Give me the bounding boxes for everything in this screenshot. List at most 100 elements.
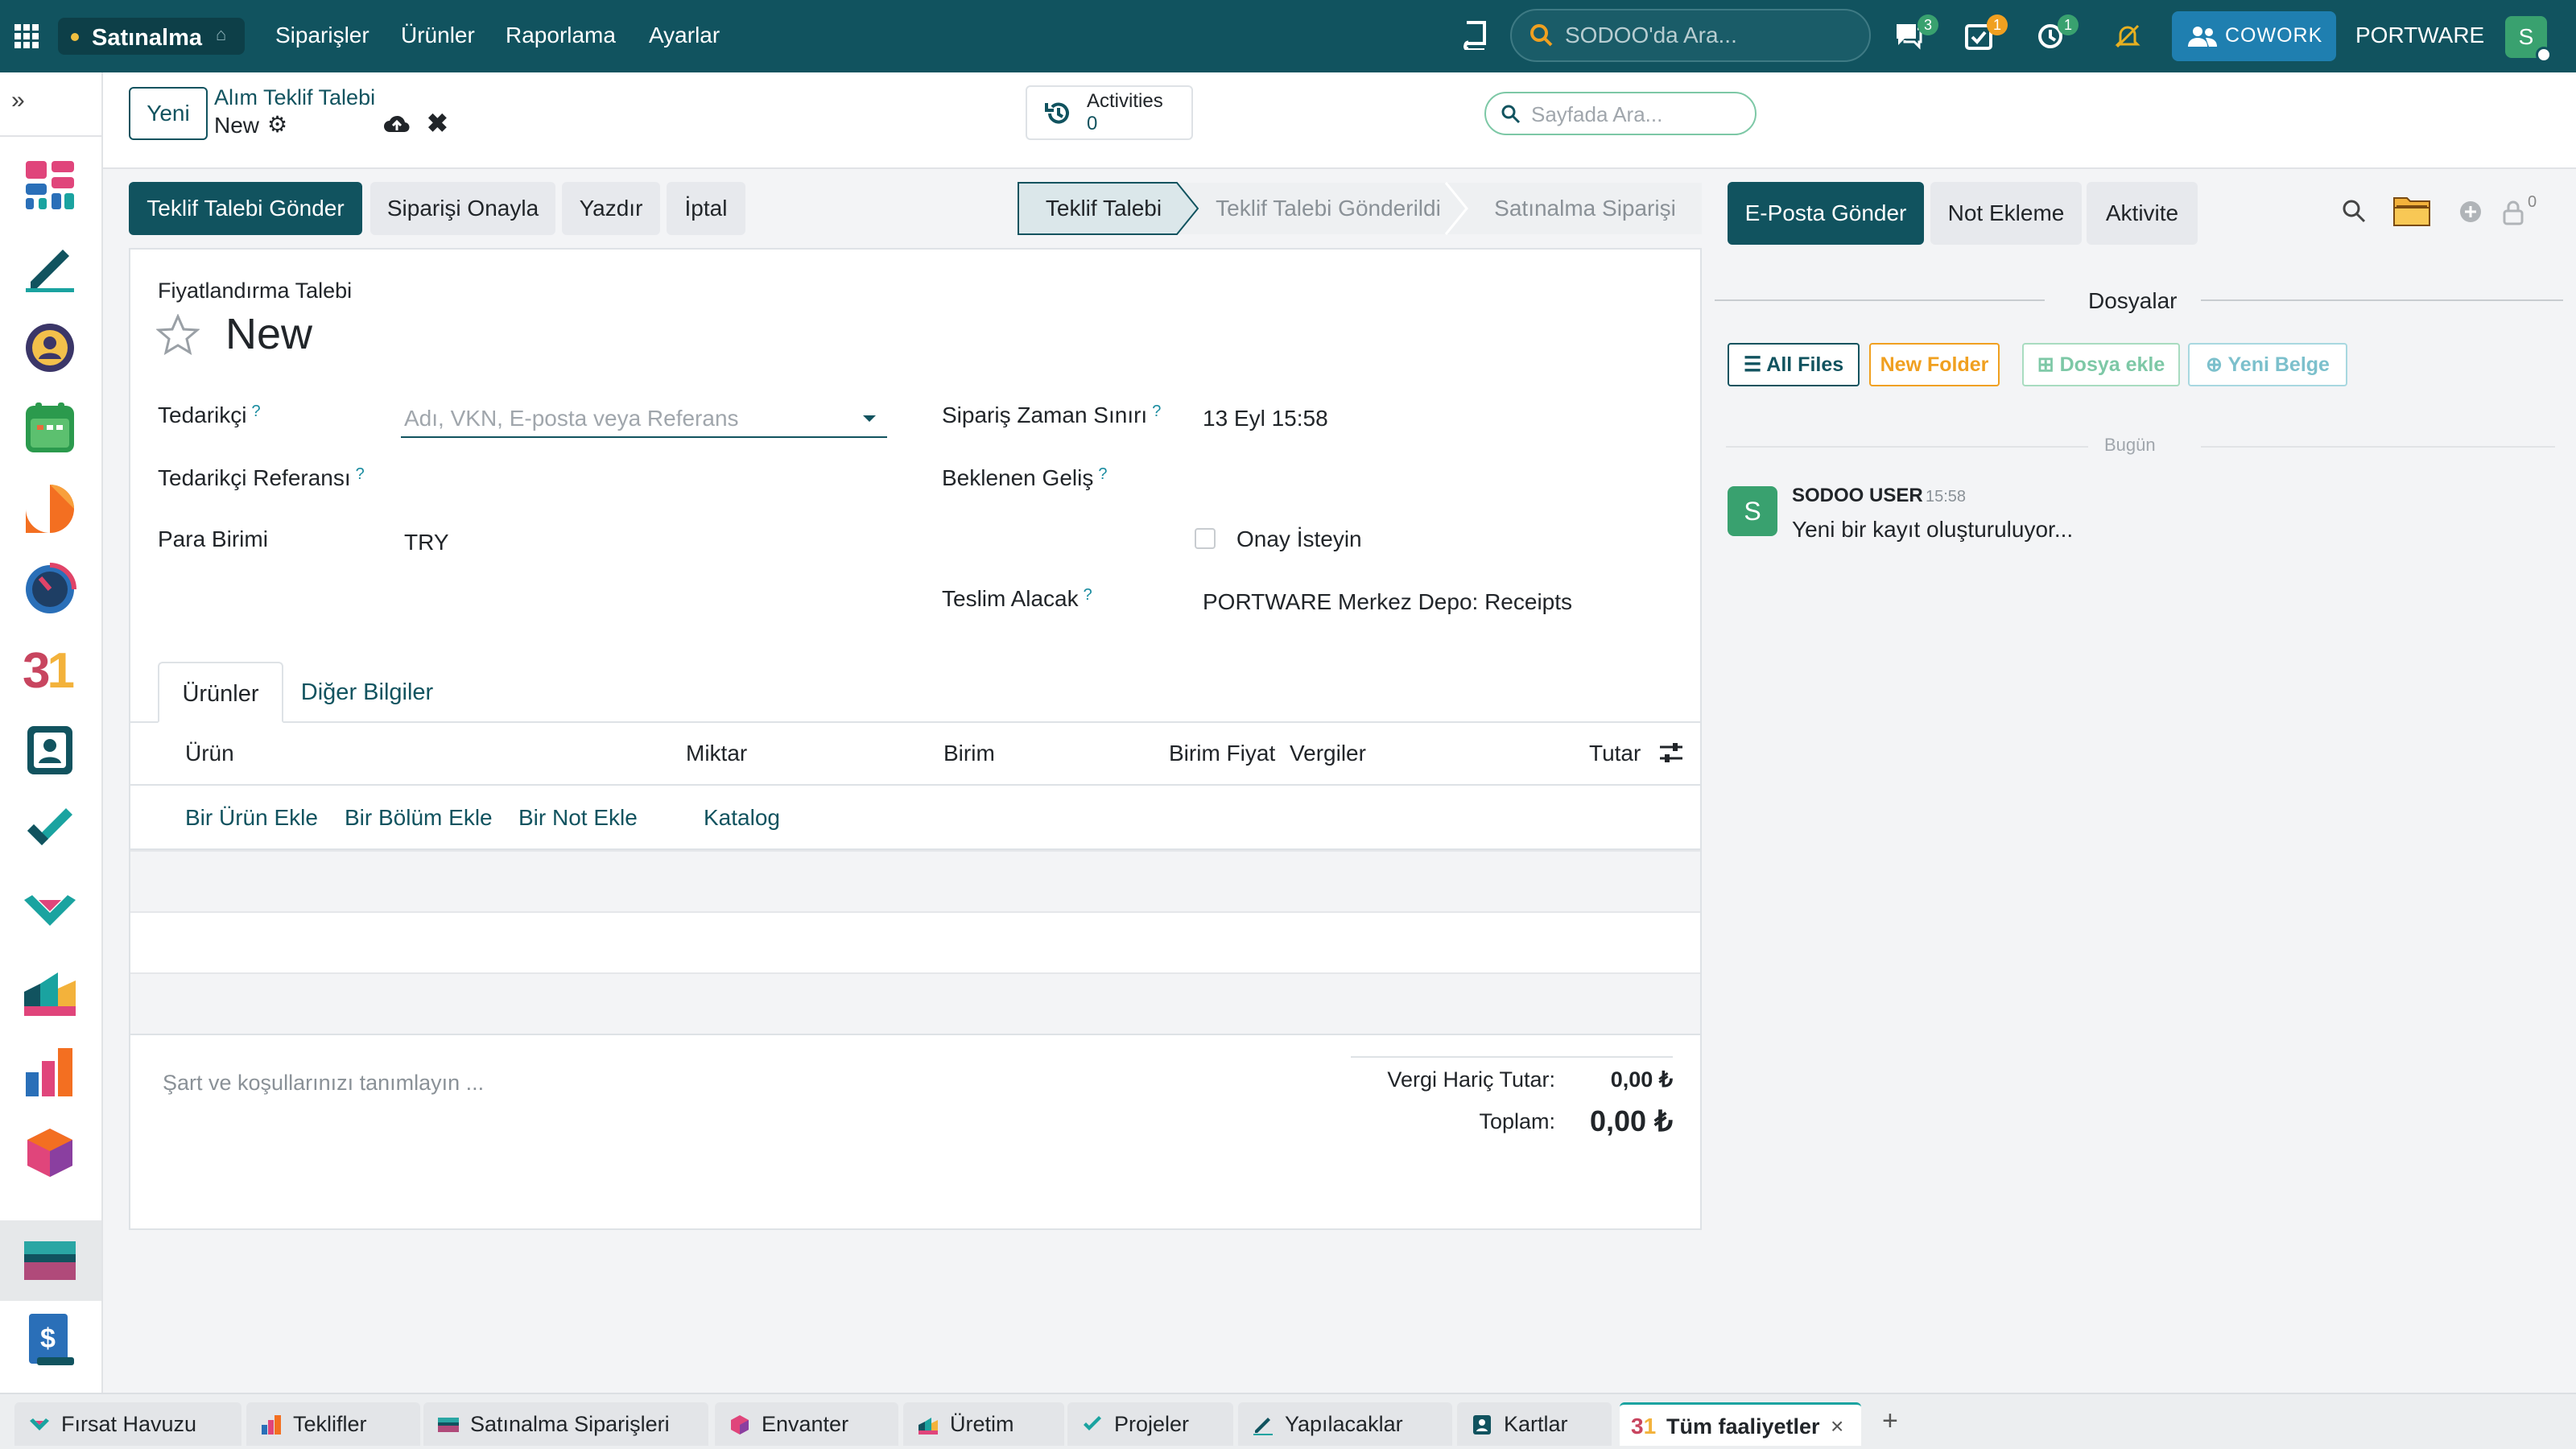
add-product-link[interactable]: Bir Ürün Ekle (185, 805, 318, 831)
order-deadline-value[interactable]: 13 Eyl 15:58 (1203, 406, 1328, 431)
stage-purchase-order[interactable]: Satınalma Siparişi (1468, 182, 1702, 235)
sidebar-app-team[interactable] (23, 320, 77, 375)
all-files-button[interactable]: ☰ All Files (1728, 343, 1860, 386)
confirm-order-button[interactable]: Siparişi Onayla (370, 182, 555, 235)
menu-urunler[interactable]: Ürünler (401, 23, 475, 48)
star-icon[interactable] (156, 314, 200, 356)
activity-button[interactable]: Aktivite (2087, 182, 2198, 245)
current-app-pill[interactable]: Satınalma ⌂ (58, 18, 245, 55)
add-note-link[interactable]: Bir Not Ekle (518, 805, 638, 831)
bottom-tab-todo[interactable]: Yapılacaklar (1238, 1402, 1452, 1446)
send-email-button[interactable]: E-Posta Gönder (1728, 182, 1924, 245)
sidebar-app-todo[interactable] (23, 240, 77, 295)
add-file-button[interactable]: ⊞ Dosya ekle (2022, 343, 2180, 386)
currency-value[interactable]: TRY (404, 530, 449, 555)
total-value: 0,00 ₺ (1590, 1104, 1673, 1137)
bottom-tab-opportunities[interactable]: Fırsat Havuzu (14, 1402, 242, 1446)
vendor-input[interactable]: Adı, VKN, E-posta veya Referans (401, 394, 887, 438)
bottom-tab-inventory[interactable]: Envanter (715, 1402, 898, 1446)
empty-line-row (130, 850, 1700, 911)
bottom-tab-quotations[interactable]: Teklifler (246, 1402, 420, 1446)
discard-icon[interactable]: ✖ (427, 108, 448, 138)
deliver-to-label: Teslim Alacak? (942, 586, 1092, 611)
menu-raporlama[interactable]: Raporlama (506, 23, 616, 48)
add-section-link[interactable]: Bir Bölüm Ekle (345, 805, 493, 831)
vendor-reference-input[interactable] (401, 457, 887, 501)
column-product[interactable]: Ürün (185, 741, 234, 766)
add-follower-icon[interactable] (2458, 200, 2483, 224)
breadcrumb-parent[interactable]: Alım Teklif Talebi (214, 85, 375, 110)
global-search-input[interactable]: SODOO'da Ara... (1510, 9, 1871, 62)
sidebar-app-discuss[interactable] (23, 481, 77, 536)
help-icon[interactable]: ? (1084, 586, 1092, 604)
sidebar-app-purchase-active[interactable] (0, 1220, 101, 1301)
column-unit-price[interactable]: Birim Fiyat (1169, 741, 1275, 766)
column-unit[interactable]: Birim (943, 741, 995, 766)
new-folder-button[interactable]: New Folder (1869, 343, 2000, 386)
page-search-input[interactable]: Sayfada Ara... (1484, 92, 1757, 135)
top-navbar: Satınalma ⌂ Siparişler Ürünler Raporlama… (0, 0, 2576, 72)
record-name[interactable]: New (225, 309, 312, 359)
bottom-tab-purchase-orders[interactable]: Satınalma Siparişleri (423, 1402, 708, 1446)
menu-ayarlar[interactable]: Ayarlar (649, 23, 720, 48)
cowork-button[interactable]: COWORK (2172, 11, 2336, 61)
optional-columns-icon[interactable] (1658, 741, 1684, 765)
print-button[interactable]: Yazdır (562, 182, 660, 235)
sidebar-app-manufacturing[interactable] (23, 964, 77, 1019)
bottom-tab-all-activities-active[interactable]: 31 Tüm faaliyetler × (1620, 1402, 1861, 1446)
expected-arrival-input[interactable] (1203, 457, 1670, 501)
sidebar-app-invoicing[interactable]: $ (23, 1312, 77, 1367)
catalog-link[interactable]: Katalog (704, 805, 780, 831)
sidebar-app-dashboards[interactable] (23, 158, 77, 213)
help-icon[interactable]: ? (356, 465, 365, 483)
sidebar-app-sales[interactable] (23, 1045, 77, 1100)
message-author-avatar[interactable]: S (1728, 486, 1777, 536)
close-tab-icon[interactable]: × (1831, 1405, 1843, 1448)
deliver-to-value[interactable]: PORTWARE Merkez Depo: Receipts (1203, 589, 1572, 615)
search-icon[interactable] (2341, 198, 2367, 224)
sidebar-app-project[interactable] (23, 803, 77, 858)
tab-products[interactable]: Ürünler (158, 662, 283, 723)
tab-other-info[interactable]: Diğer Bilgiler (293, 662, 441, 723)
cancel-button[interactable]: İptal (667, 182, 745, 235)
help-icon[interactable]: ? (1152, 402, 1161, 420)
stage-rfq[interactable]: Teklif Talebi (1018, 182, 1190, 235)
column-quantity[interactable]: Miktar (686, 741, 747, 766)
add-tab-icon[interactable]: + (1882, 1406, 1898, 1437)
help-icon[interactable]: ? (1098, 465, 1107, 483)
stage-rfq-sent[interactable]: Teklif Talebi Gönderildi (1199, 182, 1457, 235)
sidebar-app-calendar[interactable] (23, 401, 77, 456)
untaxed-amount-value: 0,00 ₺ (1610, 1067, 1673, 1092)
gear-icon[interactable]: ⚙ (267, 111, 287, 138)
sidebar-app-timesheets[interactable] (23, 562, 77, 617)
sidebar-app-crm[interactable] (23, 884, 77, 939)
sidebar-app-contacts[interactable] (23, 723, 77, 778)
send-rfq-button[interactable]: Teklif Talebi Gönder (129, 182, 362, 235)
folder-icon[interactable] (2392, 193, 2431, 227)
log-note-button[interactable]: Not Ekleme (1930, 182, 2082, 245)
company-name[interactable]: PORTWARE (2355, 23, 2484, 48)
message-author[interactable]: SODOO USER (1792, 485, 1923, 507)
bottom-tab-projects[interactable]: Projeler (1067, 1402, 1233, 1446)
new-record-button[interactable]: Yeni (129, 87, 208, 140)
followers-icon[interactable] (2502, 200, 2524, 225)
sidebar-expand-toggle[interactable]: » (0, 72, 101, 137)
new-document-button[interactable]: ⊕ Yeni Belge (2188, 343, 2347, 386)
help-icon[interactable]: ? (251, 402, 260, 420)
apps-grid-icon[interactable] (14, 24, 39, 48)
menu-siparisler[interactable]: Siparişler (275, 23, 369, 48)
knowledge-book-icon[interactable] (1462, 21, 1488, 56)
user-avatar[interactable]: S (2505, 16, 2552, 63)
terms-input[interactable]: Şart ve koşullarınızı tanımlayın ... (163, 1071, 484, 1096)
plus-square-icon: ⊞ (2037, 353, 2060, 376)
sidebar-app-inventory[interactable] (23, 1125, 77, 1180)
ask-confirmation-checkbox[interactable] (1195, 528, 1216, 549)
sidebar-app-events[interactable]: 31 (23, 642, 77, 699)
cloud-upload-icon[interactable] (383, 113, 411, 141)
column-amount[interactable]: Tutar (1589, 741, 1641, 766)
bottom-tab-manufacturing[interactable]: Üretim (903, 1402, 1064, 1446)
column-taxes[interactable]: Vergiler (1290, 741, 1366, 766)
bottom-tab-cards[interactable]: Kartlar (1457, 1402, 1612, 1446)
notifications-muted-icon[interactable] (2114, 23, 2141, 56)
activities-button[interactable]: Activities 0 (1026, 85, 1193, 140)
